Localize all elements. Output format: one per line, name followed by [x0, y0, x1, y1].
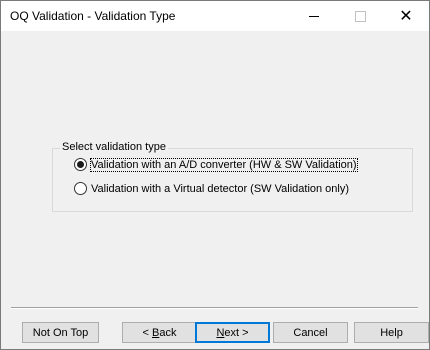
maximize-icon: [354, 10, 366, 22]
maximize-button: [337, 1, 383, 31]
not-on-top-label: Not On Top: [32, 326, 89, 339]
radio-ad-converter[interactable]: [74, 158, 87, 171]
back-label: < Back: [142, 326, 177, 339]
validation-type-group: Select validation type Validation with a…: [52, 141, 413, 212]
minimize-icon: [309, 15, 319, 17]
option-virtual-detector[interactable]: Validation with a Virtual detector (SW V…: [74, 182, 349, 195]
minimize-button[interactable]: [291, 1, 337, 31]
next-button[interactable]: Next >: [195, 322, 270, 343]
title-bar[interactable]: OQ Validation - Validation Type ✕: [1, 1, 429, 31]
back-button[interactable]: < Back: [122, 322, 197, 343]
help-button[interactable]: Help: [354, 322, 429, 343]
next-label: Next >: [216, 326, 249, 339]
radio-virtual-detector[interactable]: [74, 182, 87, 195]
not-on-top-button[interactable]: Not On Top: [22, 322, 99, 343]
cancel-button[interactable]: Cancel: [273, 322, 348, 343]
window-title: OQ Validation - Validation Type: [10, 9, 176, 23]
option-ad-converter[interactable]: Validation with an A/D converter (HW & S…: [74, 157, 358, 172]
footer-separator: [11, 307, 418, 309]
option-ad-converter-label[interactable]: Validation with an A/D converter (HW & S…: [90, 157, 358, 172]
group-label: Select validation type: [60, 141, 168, 153]
help-label: Help: [380, 326, 403, 339]
close-icon: ✕: [399, 8, 413, 25]
dialog-window: OQ Validation - Validation Type ✕ Select…: [0, 0, 430, 350]
cancel-label: Cancel: [293, 326, 328, 339]
option-virtual-detector-label[interactable]: Validation with a Virtual detector (SW V…: [91, 183, 349, 195]
close-button[interactable]: ✕: [383, 1, 429, 31]
